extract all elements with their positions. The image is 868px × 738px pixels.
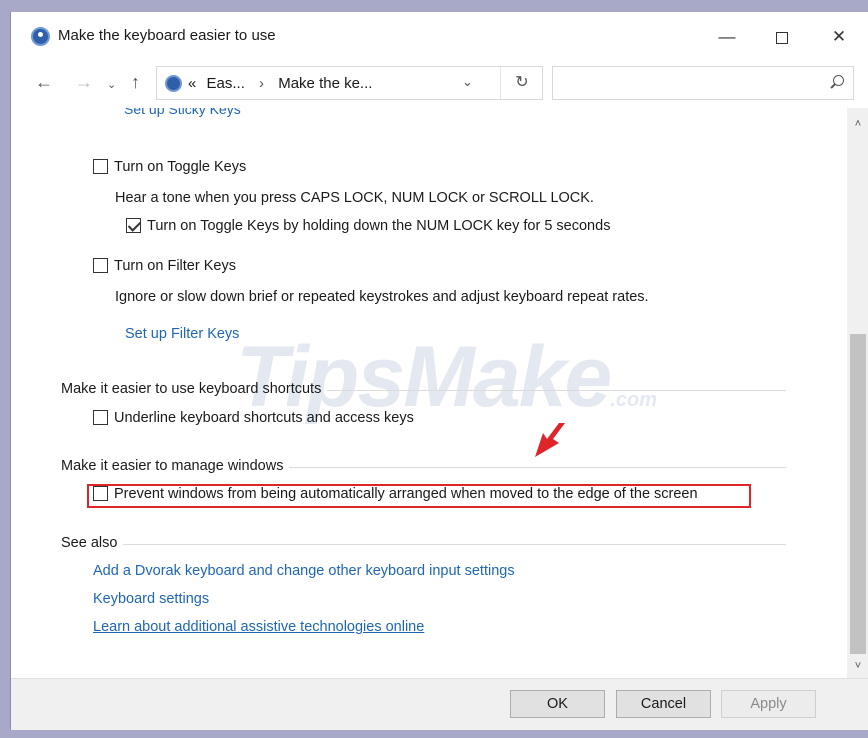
refresh-button[interactable]: ↻ [500,67,543,99]
address-dropdown-button[interactable]: ⌄ [462,74,473,90]
toggle-keys-label: Turn on Toggle Keys [114,159,247,175]
main-content: Set up Sticky Keys TipsMake.com Turn on … [11,108,847,678]
search-icon [833,75,844,86]
divider [289,466,786,468]
forward-button[interactable]: → [75,72,93,93]
breadcrumb: « Eas... › Make the ke... [188,75,372,92]
apply-button[interactable]: Apply [721,690,816,718]
windows-section-title: Make it easier to manage windows [61,458,284,474]
address-bar[interactable]: « Eas... › Make the ke... ⌄ ↻ [156,66,543,100]
filter-keys-label: Turn on Filter Keys [114,258,236,274]
see-also-title: See also [61,535,118,551]
breadcrumb-overflow[interactable]: « [188,75,196,92]
toggle-keys-description: Hear a tone when you press CAPS LOCK, NU… [115,190,594,206]
toggle-keys-num-lock-checkbox[interactable] [126,218,141,233]
filter-keys-description: Ignore or slow down brief or repeated ke… [115,289,649,305]
see-also-heading: See also [61,535,786,551]
chevron-right-icon: › [259,75,265,92]
title-bar: Make the keyboard easier to use — ✕ [11,12,868,60]
control-panel-icon [165,75,182,92]
red-arrow-icon [535,423,565,457]
breadcrumb-item-ease-of-access[interactable]: Eas... [207,75,245,92]
filter-keys-option[interactable]: Turn on Filter Keys [93,258,236,274]
dialog-footer: OK Cancel Apply [11,678,868,730]
toggle-keys-num-lock-label: Turn on Toggle Keys by holding down the … [147,218,611,234]
setup-sticky-keys-link[interactable]: Set up Sticky Keys [124,108,241,117]
maximize-icon [776,31,788,44]
underline-shortcuts-checkbox[interactable] [93,410,108,425]
shortcuts-section-title: Make it easier to use keyboard shortcuts [61,381,322,397]
underline-shortcuts-option[interactable]: Underline keyboard shortcuts and access … [93,410,414,426]
keyboard-settings-link[interactable]: Keyboard settings [93,591,209,607]
filter-keys-checkbox[interactable] [93,258,108,273]
setup-filter-keys-link[interactable]: Set up Filter Keys [125,326,239,342]
windows-section-heading: Make it easier to manage windows [61,458,786,474]
back-button[interactable]: ← [35,72,53,93]
underline-shortcuts-label: Underline keyboard shortcuts and access … [114,410,414,426]
prevent-auto-arrange-label: Prevent windows from being automatically… [114,486,698,502]
recent-locations-button[interactable]: ⌄ [107,78,116,91]
window-title: Make the keyboard easier to use [58,27,276,44]
minimize-button[interactable]: — [704,22,750,52]
toggle-keys-num-lock-option[interactable]: Turn on Toggle Keys by holding down the … [126,218,610,234]
scroll-up-button[interactable]: ˄ [847,114,868,134]
prevent-auto-arrange-checkbox[interactable] [93,486,108,501]
assistive-technologies-link[interactable]: Learn about additional assistive technol… [93,619,424,635]
maximize-button[interactable] [759,22,805,52]
divider [327,389,786,391]
navigation-bar: ← → ⌄ ↑ « Eas... › Make the ke... ⌄ ↻ [11,64,868,104]
breadcrumb-item-keyboard[interactable]: Make the ke... [278,75,372,92]
prevent-auto-arrange-option[interactable]: Prevent windows from being automatically… [93,486,698,502]
dvorak-keyboard-link[interactable]: Add a Dvorak keyboard and change other k… [93,563,515,579]
ok-button[interactable]: OK [510,690,605,718]
toggle-keys-option[interactable]: Turn on Toggle Keys [93,159,246,175]
scroll-down-button[interactable]: ˅ [847,656,868,676]
scrollbar-thumb[interactable] [850,334,866,654]
cancel-button[interactable]: Cancel [616,690,711,718]
vertical-scrollbar[interactable]: ˄ ˅ [847,108,868,678]
toggle-keys-checkbox[interactable] [93,159,108,174]
shortcuts-section-heading: Make it easier to use keyboard shortcuts [61,381,786,397]
up-button[interactable]: ↑ [131,72,140,93]
control-panel-window: Make the keyboard easier to use — ✕ ← → … [10,12,868,730]
close-button[interactable]: ✕ [816,22,862,52]
divider [123,543,786,545]
search-input[interactable] [552,66,854,100]
ease-of-access-icon [31,27,50,46]
